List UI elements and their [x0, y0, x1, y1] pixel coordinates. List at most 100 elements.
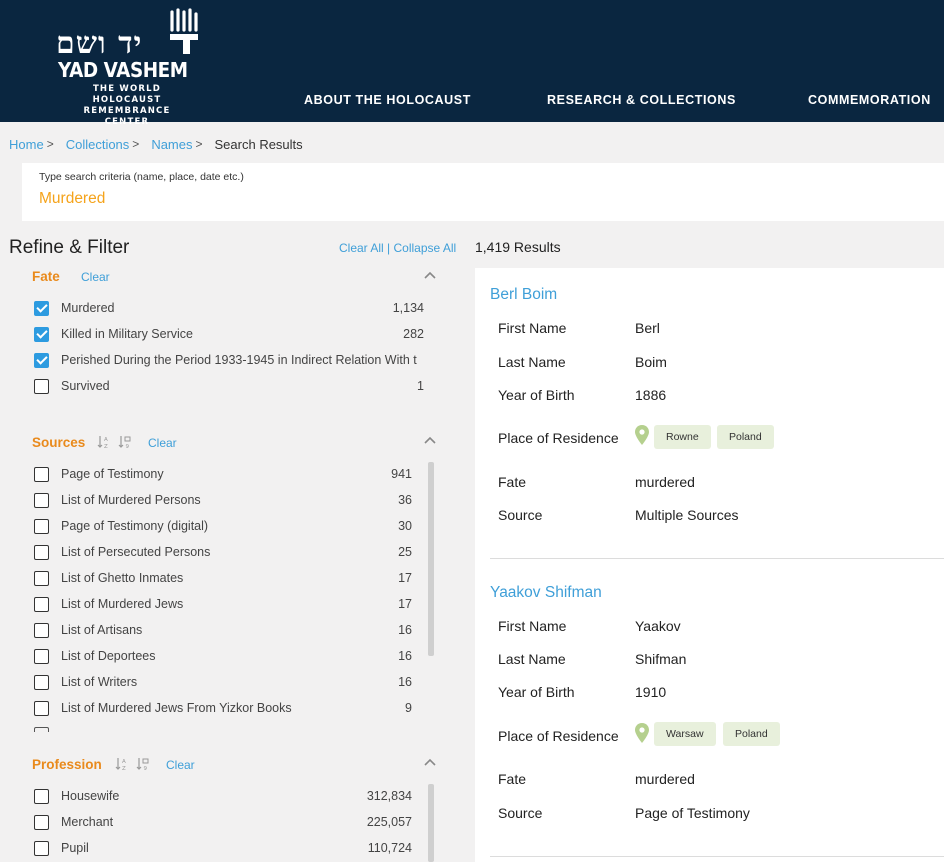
checkbox-checked[interactable]	[34, 327, 49, 342]
checkbox[interactable]	[34, 493, 49, 508]
result-divider	[490, 558, 944, 559]
filter-item[interactable]: Survived 1	[34, 377, 424, 397]
chevron-up-icon[interactable]	[423, 270, 437, 280]
checkbox[interactable]	[34, 597, 49, 612]
fate-section-title[interactable]: Fate	[32, 269, 60, 284]
filter-item-count: 282	[403, 327, 424, 341]
filter-item[interactable]: List of Deportees 16	[34, 647, 412, 667]
logo-subtitle-line1: THE WORLD HOLOCAUST	[92, 84, 162, 105]
filter-item-count: 1,134	[392, 301, 424, 315]
filter-item[interactable]: Merchant 225,057	[34, 813, 412, 833]
filter-item[interactable]: List of Persecuted Persons 25	[34, 543, 412, 563]
field-value-fate: murdered	[635, 771, 695, 787]
checkbox[interactable]	[34, 727, 49, 732]
filter-item-count: 16	[398, 649, 412, 663]
checkbox[interactable]	[34, 623, 49, 638]
filter-list-clip	[34, 727, 412, 732]
field-value-source: Page of Testimony	[635, 805, 750, 821]
breadcrumb-home[interactable]: Home	[9, 137, 44, 152]
chevron-up-icon[interactable]	[423, 435, 437, 445]
fate-clear-link[interactable]: Clear	[81, 270, 110, 284]
filter-item[interactable]: List of Writers 16	[34, 673, 412, 693]
checkbox[interactable]	[34, 379, 49, 394]
filter-item-count: 110,724	[367, 841, 412, 855]
collapse-all-link[interactable]: Collapse All	[394, 241, 457, 255]
filter-item[interactable]: Page of Testimony 941	[34, 465, 412, 485]
field-label-first-name: First Name	[498, 618, 567, 634]
filter-item[interactable]: Murdered 1,134	[34, 299, 424, 319]
filter-item[interactable]: Page of Testimony (digital) 30	[34, 517, 412, 537]
checkbox[interactable]	[34, 519, 49, 534]
sources-clear-link[interactable]: Clear	[148, 436, 177, 450]
filter-item-count: 16	[398, 675, 412, 689]
breadcrumb-collections[interactable]: Collections	[66, 137, 130, 152]
checkbox-checked[interactable]	[34, 353, 49, 368]
filter-item-label: List of Artisans	[61, 623, 143, 637]
profession-clear-link[interactable]: Clear	[166, 758, 195, 772]
breadcrumb-separator: >	[195, 137, 203, 151]
checkbox[interactable]	[34, 675, 49, 690]
filter-item-label: List of Murdered Persons	[61, 493, 201, 507]
filter-item[interactable]: List of Artisans 16	[34, 621, 412, 641]
clear-all-link[interactable]: Clear All	[339, 241, 384, 255]
filter-item-label: Killed in Military Service	[61, 327, 193, 341]
filter-item-label: Perished During the Period 1933-1945 in …	[61, 353, 417, 367]
result-person-name[interactable]: Yaakov Shifman	[490, 584, 602, 602]
filter-item[interactable]: List of Murdered Persons 36	[34, 491, 412, 511]
filter-item-count: 36	[398, 493, 412, 507]
site-header: יד ושם YAD VASHEM THE WORLD HOLOCAUST RE…	[0, 0, 944, 127]
nav-research-collections[interactable]: RESEARCH & COLLECTIONS	[547, 93, 736, 107]
place-tag-country[interactable]: Poland	[723, 722, 780, 746]
checkbox[interactable]	[34, 467, 49, 482]
yad-vashem-logo[interactable]: יד ושם YAD VASHEM THE WORLD HOLOCAUST RE…	[56, 8, 206, 127]
search-input[interactable]: Murdered	[39, 190, 105, 208]
checkbox-checked[interactable]	[34, 301, 49, 316]
field-label-source: Source	[498, 805, 543, 821]
filter-item-count: 17	[398, 597, 412, 611]
filter-item[interactable]: List of Ghetto Inmates 17	[34, 569, 412, 589]
profession-scrollbar[interactable]	[428, 784, 434, 862]
result-person-name[interactable]: Berl Boim	[490, 286, 557, 304]
logo-main-text: YAD VASHEM	[58, 58, 188, 82]
nav-commemoration[interactable]: COMMEMORATION	[808, 93, 931, 107]
sort-count-icon[interactable]: 9	[118, 435, 132, 449]
field-value-first-name: Berl	[635, 320, 660, 336]
place-tag-city[interactable]: Rowne	[654, 425, 711, 449]
checkbox[interactable]	[34, 545, 49, 560]
field-label-year-of-birth: Year of Birth	[498, 387, 575, 403]
search-box[interactable]: Type search criteria (name, place, date …	[22, 163, 944, 221]
checkbox[interactable]	[34, 571, 49, 586]
filter-item-label: List of Ghetto Inmates	[61, 571, 184, 585]
checkbox[interactable]	[34, 649, 49, 664]
filter-item[interactable]: Housewife 312,834	[34, 787, 412, 807]
field-label-source: Source	[498, 507, 543, 523]
breadcrumb-separator: >	[132, 137, 140, 151]
filter-item[interactable]: Pupil 110,724	[34, 839, 412, 859]
results-count: 1,419 Results	[475, 239, 561, 255]
breadcrumb-names[interactable]: Names	[151, 137, 192, 152]
filter-item-count: 1	[417, 379, 424, 393]
checkbox[interactable]	[34, 701, 49, 716]
filter-item-count: 17	[398, 571, 412, 585]
filter-item-label: Murdered	[61, 301, 115, 315]
profession-section-title[interactable]: Profession	[32, 757, 102, 772]
filter-item-label: List of Murdered Jews From Yizkor Books	[61, 701, 292, 715]
sort-alpha-icon[interactable]: A Z	[97, 435, 111, 449]
checkbox[interactable]	[34, 841, 49, 856]
checkbox[interactable]	[34, 815, 49, 830]
filter-item[interactable]: Perished During the Period 1933-1945 in …	[34, 351, 424, 371]
chevron-up-icon[interactable]	[423, 757, 437, 767]
checkbox[interactable]	[34, 789, 49, 804]
flame-logo-icon	[170, 8, 198, 54]
sources-section-title[interactable]: Sources	[32, 435, 85, 450]
field-value-year-of-birth: 1886	[635, 387, 667, 403]
sort-alpha-icon[interactable]: A Z	[115, 757, 129, 771]
place-tag-country[interactable]: Poland	[717, 425, 774, 449]
filter-item[interactable]: List of Murdered Jews From Yizkor Books …	[34, 699, 412, 719]
sort-count-icon[interactable]: 9	[136, 757, 150, 771]
filter-item[interactable]: Killed in Military Service 282	[34, 325, 424, 345]
filter-item[interactable]: List of Murdered Jews 17	[34, 595, 412, 615]
sources-scrollbar[interactable]	[428, 462, 434, 656]
nav-about-the-holocaust[interactable]: ABOUT THE HOLOCAUST	[304, 93, 471, 107]
place-tag-city[interactable]: Warsaw	[654, 722, 716, 746]
